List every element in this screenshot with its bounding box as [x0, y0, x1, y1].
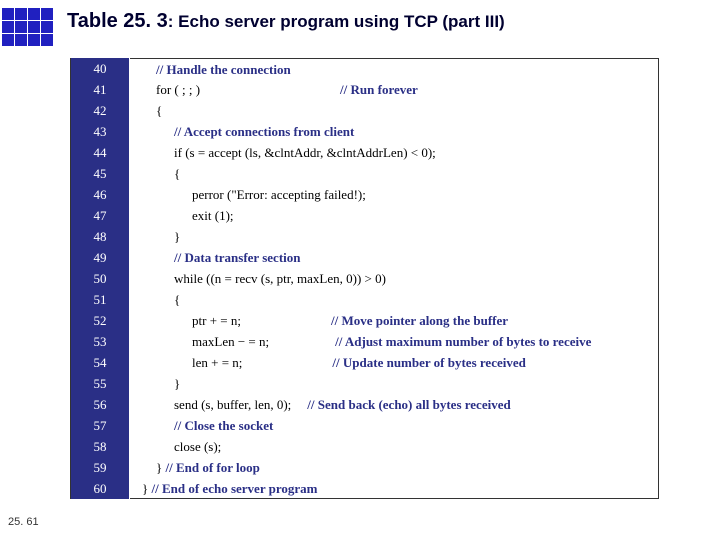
line-number: 44 [71, 142, 130, 163]
line-number: 43 [71, 121, 130, 142]
grid-logo-icon [2, 8, 53, 46]
code-text: send (s, buffer, len, 0); [174, 397, 291, 412]
code-text: ptr + = n; [192, 313, 241, 328]
slide-header: Table 25. 3: Echo server program using T… [0, 0, 720, 46]
code-row: 49 // Data transfer section [71, 247, 659, 268]
code-line: len + = n; // Update number of bytes rece… [130, 352, 659, 373]
code-text: { [174, 166, 180, 181]
code-row: 45 { [71, 163, 659, 184]
code-line: send (s, buffer, len, 0); // Send back (e… [130, 394, 659, 415]
code-line: close (s); [130, 436, 659, 457]
line-number: 49 [71, 247, 130, 268]
line-number: 59 [71, 457, 130, 478]
code-line: } [130, 373, 659, 394]
code-text: } [156, 460, 166, 475]
code-row: 58 close (s); [71, 436, 659, 457]
code-line: maxLen − = n; // Adjust maximum number of… [130, 331, 659, 352]
code-row: 50 while ((n = recv (s, ptr, maxLen, 0)) … [71, 268, 659, 289]
line-number: 60 [71, 478, 130, 499]
line-number: 55 [71, 373, 130, 394]
code-line: { [130, 289, 659, 310]
slide-number: 25. 61 [8, 516, 39, 528]
code-comment: // Accept connections from client [174, 124, 354, 139]
code-text: perror ("Error: accepting failed!); [192, 187, 366, 202]
line-number: 42 [71, 100, 130, 121]
code-line: } [130, 226, 659, 247]
code-line: } // End of echo server program [130, 478, 659, 499]
code-line: perror ("Error: accepting failed!); [130, 184, 659, 205]
line-number: 51 [71, 289, 130, 310]
code-row: 59} // End of for loop [71, 457, 659, 478]
code-comment: // Run forever [340, 82, 418, 97]
title-sub: : Echo server program using TCP (part II… [168, 12, 505, 31]
code-comment: // Update number of bytes received [332, 355, 525, 370]
line-number: 41 [71, 79, 130, 100]
code-line: // Close the socket [130, 415, 659, 436]
line-number: 45 [71, 163, 130, 184]
code-line: // Accept connections from client [130, 121, 659, 142]
title-main: Table 25. 3 [67, 10, 168, 32]
code-text: if (s = accept (ls, &clntAddr, &clntAddr… [174, 145, 436, 160]
line-number: 53 [71, 331, 130, 352]
code-text: for ( ; ; ) [156, 82, 200, 97]
code-comment: // Data transfer section [174, 250, 300, 265]
code-text: while ((n = recv (s, ptr, maxLen, 0)) > … [174, 271, 386, 286]
code-row: 40 // Handle the connection [71, 58, 659, 79]
code-comment: // Send back (echo) all bytes received [307, 397, 510, 412]
line-number: 40 [71, 58, 130, 79]
line-number: 52 [71, 310, 130, 331]
code-row: 56 send (s, buffer, len, 0); // Send back … [71, 394, 659, 415]
code-text: { [174, 292, 180, 307]
code-text: maxLen − = n; [192, 334, 269, 349]
code-text: exit (1); [192, 208, 234, 223]
code-line: if (s = accept (ls, &clntAddr, &clntAddr… [130, 142, 659, 163]
code-line: // Handle the connection [130, 58, 659, 79]
code-row: 47 exit (1); [71, 205, 659, 226]
code-line: ptr + = n; // Move pointer along the buff… [130, 310, 659, 331]
code-row: 53 maxLen − = n; // Adjust maximum number … [71, 331, 659, 352]
code-comment: // End of for loop [166, 460, 260, 475]
code-line: { [130, 163, 659, 184]
code-row: 60} // End of echo server program [71, 478, 659, 499]
code-text: } [142, 481, 152, 496]
code-text: len + = n; [192, 355, 242, 370]
code-row: 52 ptr + = n; // Move pointer along the bu… [71, 310, 659, 331]
slide-title: Table 25. 3: Echo server program using T… [67, 6, 505, 33]
line-number: 50 [71, 268, 130, 289]
code-row: 51 { [71, 289, 659, 310]
code-comment: // Adjust maximum number of bytes to rec… [335, 334, 591, 349]
code-row: 43 // Accept connections from client [71, 121, 659, 142]
code-row: 57 // Close the socket [71, 415, 659, 436]
code-comment: // Close the socket [174, 418, 273, 433]
code-text: close (s); [174, 439, 221, 454]
code-text: } [174, 229, 180, 244]
code-listing: 40 // Handle the connection 41 for ( ; ; ) /… [70, 58, 659, 499]
code-row: 41 for ( ; ; ) // Run forever [71, 79, 659, 100]
code-text: { [156, 103, 162, 118]
code-row: 55} [71, 373, 659, 394]
line-number: 58 [71, 436, 130, 457]
code-comment: // Move pointer along the buffer [331, 313, 508, 328]
code-line: exit (1); [130, 205, 659, 226]
code-text: } [174, 376, 180, 391]
code-comment: // End of echo server program [152, 481, 318, 496]
code-row: 44 if (s = accept (ls, &clntAddr, &clntAd… [71, 142, 659, 163]
line-number: 54 [71, 352, 130, 373]
line-number: 48 [71, 226, 130, 247]
code-line: while ((n = recv (s, ptr, maxLen, 0)) > … [130, 268, 659, 289]
line-number: 46 [71, 184, 130, 205]
code-row: 46 perror ("Error: accepting failed!); [71, 184, 659, 205]
code-comment: // Handle the connection [156, 62, 291, 77]
code-row: 48} [71, 226, 659, 247]
line-number: 47 [71, 205, 130, 226]
code-row: 42 { [71, 100, 659, 121]
code-row: 54 len + = n; // Update number of bytes re… [71, 352, 659, 373]
code-line: for ( ; ; ) // Run forever [130, 79, 659, 100]
line-number: 56 [71, 394, 130, 415]
code-line: } // End of for loop [130, 457, 659, 478]
code-line: { [130, 100, 659, 121]
line-number: 57 [71, 415, 130, 436]
code-line: // Data transfer section [130, 247, 659, 268]
